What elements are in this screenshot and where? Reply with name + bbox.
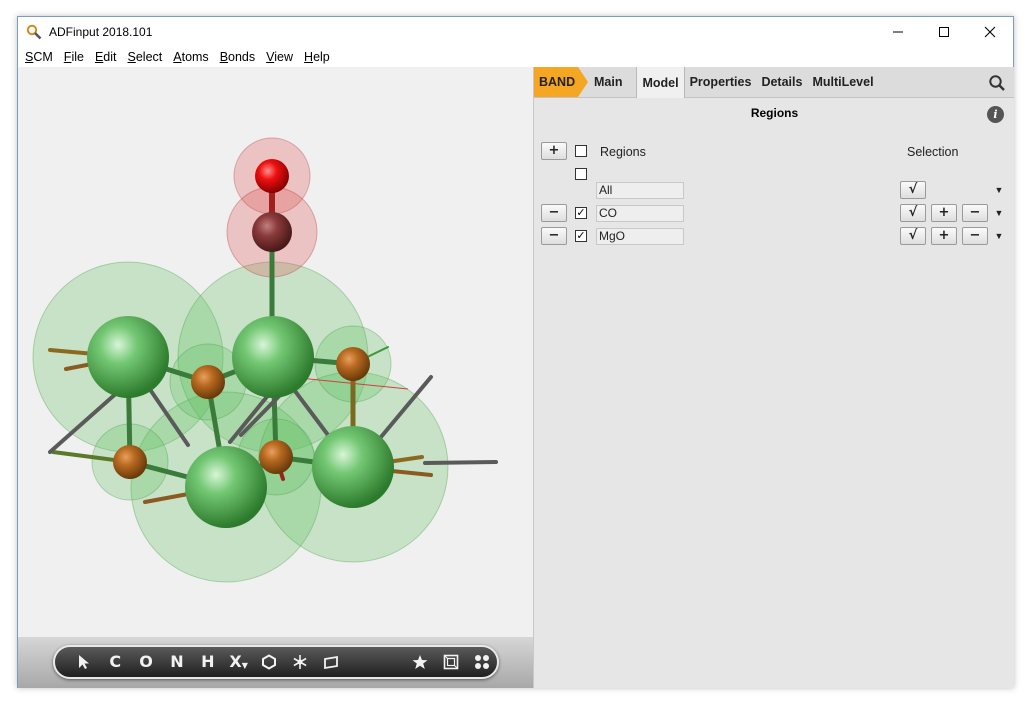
selection-column-header: Selection bbox=[907, 145, 959, 159]
mgo-region-halos bbox=[32, 261, 449, 583]
title-bar: ADFinput 2018.101 bbox=[18, 17, 1013, 47]
mg-atom[interactable] bbox=[312, 426, 394, 508]
region-co-dropdown-icon[interactable]: ▼ bbox=[992, 204, 1006, 222]
hydrogen-tool-button[interactable]: H bbox=[192, 650, 223, 674]
region-mgo-remove-button[interactable]: − bbox=[541, 227, 567, 245]
cursor-arrow-icon bbox=[79, 655, 90, 669]
region-mgo-remove-selection-button[interactable]: − bbox=[962, 227, 988, 245]
search-button[interactable] bbox=[988, 74, 1006, 92]
minimize-icon bbox=[893, 31, 903, 33]
dots-cluster-icon bbox=[474, 655, 489, 669]
carbon-tool-button[interactable]: C bbox=[100, 650, 131, 674]
o-atom[interactable] bbox=[191, 365, 225, 399]
slab-icon bbox=[324, 655, 339, 670]
oxygen-atom-co[interactable] bbox=[255, 159, 289, 193]
crystal-tool-button[interactable] bbox=[435, 650, 466, 674]
region-co-remove-selection-button[interactable]: − bbox=[962, 204, 988, 222]
tab-properties[interactable]: Properties bbox=[685, 67, 757, 97]
search-icon bbox=[989, 75, 1005, 91]
tab-details[interactable]: Details bbox=[756, 67, 807, 97]
menu-file[interactable]: File bbox=[64, 50, 84, 64]
app-window: ADFinput 2018.101 SCM File Edit Select A… bbox=[17, 16, 1014, 688]
star-icon bbox=[412, 655, 428, 669]
region-mgo-checkbox[interactable]: ✓ bbox=[575, 230, 587, 242]
o-atom[interactable] bbox=[336, 347, 370, 381]
snowflake-icon bbox=[293, 655, 307, 669]
menu-bar: SCM File Edit Select Atoms Bonds View He… bbox=[18, 47, 1013, 67]
molecule-model[interactable] bbox=[18, 67, 533, 637]
o-atom[interactable] bbox=[259, 440, 293, 474]
minimize-button[interactable] bbox=[875, 17, 921, 47]
region-co-name-field[interactable]: CO bbox=[596, 205, 684, 222]
region-mgo-dropdown-icon[interactable]: ▼ bbox=[992, 227, 1006, 245]
dropdown-triangle-icon: ▼ bbox=[241, 661, 248, 670]
regions-column-header: Regions bbox=[600, 145, 646, 159]
region-mgo-name-field[interactable]: MgO bbox=[596, 228, 684, 245]
menu-select[interactable]: Select bbox=[128, 50, 163, 64]
close-button[interactable] bbox=[967, 17, 1013, 47]
region-all-checkbox[interactable] bbox=[575, 168, 587, 180]
maximize-button[interactable] bbox=[921, 17, 967, 47]
other-element-tool-button[interactable]: X ▼ bbox=[223, 650, 254, 674]
region-all-dropdown-icon[interactable]: ▼ bbox=[992, 181, 1006, 199]
hexagon-icon bbox=[262, 654, 277, 670]
menu-view[interactable]: View bbox=[266, 50, 293, 64]
info-icon[interactable]: i bbox=[987, 106, 1004, 123]
select-tool-button[interactable] bbox=[69, 650, 100, 674]
add-region-button[interactable]: + bbox=[541, 142, 567, 160]
section-title: Regions bbox=[750, 106, 799, 120]
close-icon bbox=[984, 26, 996, 38]
tab-multilevel[interactable]: MultiLevel bbox=[807, 67, 878, 97]
o-atom[interactable] bbox=[113, 445, 147, 479]
mg-atom[interactable] bbox=[232, 316, 314, 398]
menu-bonds[interactable]: Bonds bbox=[220, 50, 255, 64]
nitrogen-tool-button[interactable]: N bbox=[162, 650, 193, 674]
settings-panel: BAND Main Model Properties Details Multi… bbox=[533, 67, 1014, 688]
region-mgo-select-button[interactable]: √ bbox=[900, 227, 926, 245]
tab-bar: BAND Main Model Properties Details Multi… bbox=[534, 67, 1014, 98]
ring-tool-button[interactable] bbox=[254, 650, 285, 674]
region-co-select-button[interactable]: √ bbox=[900, 204, 926, 222]
menu-atoms[interactable]: Atoms bbox=[173, 50, 208, 64]
window-title: ADFinput 2018.101 bbox=[49, 25, 153, 39]
favorites-tool-button[interactable] bbox=[404, 650, 435, 674]
mg-atom[interactable] bbox=[185, 446, 267, 528]
molecules-tool-button[interactable] bbox=[466, 650, 497, 674]
editor-toolbar-strip: C O N H X ▼ bbox=[18, 637, 533, 688]
menu-edit[interactable]: Edit bbox=[95, 50, 117, 64]
region-mgo-add-selection-button[interactable]: + bbox=[931, 227, 957, 245]
carbon-atom-co[interactable] bbox=[252, 212, 292, 252]
molecule-viewport[interactable]: C O N H X ▼ bbox=[18, 67, 533, 688]
editor-toolbar: C O N H X ▼ bbox=[53, 645, 499, 679]
mg-atom[interactable] bbox=[87, 316, 169, 398]
app-magnifier-icon bbox=[26, 24, 42, 40]
region-all-name-field[interactable]: All bbox=[596, 182, 684, 199]
select-all-regions-checkbox[interactable] bbox=[575, 145, 587, 157]
region-co-remove-button[interactable]: − bbox=[541, 204, 567, 222]
tab-model[interactable]: Model bbox=[636, 67, 685, 98]
region-all-select-button[interactable]: √ bbox=[900, 181, 926, 199]
menu-help[interactable]: Help bbox=[304, 50, 330, 64]
unit-cell-icon bbox=[443, 654, 459, 670]
tab-band[interactable]: BAND bbox=[534, 67, 588, 97]
region-co-add-selection-button[interactable]: + bbox=[931, 204, 957, 222]
surface-tool-button[interactable] bbox=[316, 650, 347, 674]
oxygen-tool-button[interactable]: O bbox=[131, 650, 162, 674]
menu-scm[interactable]: SCM bbox=[25, 50, 53, 64]
maximize-icon bbox=[939, 27, 949, 37]
region-co-checkbox[interactable]: ✓ bbox=[575, 207, 587, 219]
structures-tool-button[interactable] bbox=[285, 650, 316, 674]
